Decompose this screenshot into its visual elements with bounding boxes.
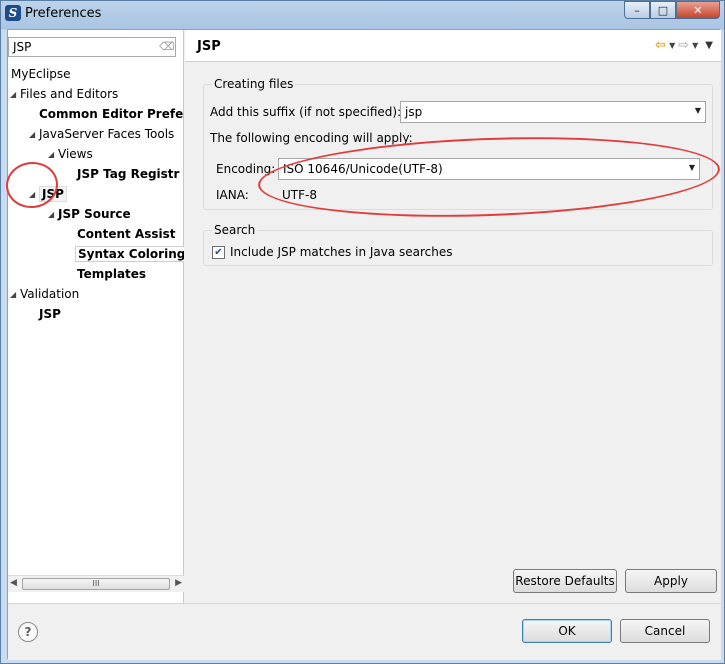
encoding-value: ISO 10646/Unicode(UTF-8) [283, 162, 443, 176]
tree-item-jsp[interactable]: ◢ JSP [29, 184, 67, 204]
window-title: Preferences [25, 6, 102, 21]
tree-item-label: JSP [39, 186, 67, 202]
tree-item-label: Common Editor Prefe [39, 107, 184, 121]
tree-item-content-assist[interactable]: Content Assist [67, 224, 176, 244]
ok-button[interactable]: OK [522, 619, 612, 643]
collapse-arrow-icon[interactable]: ◢ [10, 285, 20, 305]
close-button[interactable]: ✕ [676, 1, 720, 19]
tree-item-label: Files and Editors [20, 87, 119, 101]
preferences-window: S Preferences – □ ✕ JSP ⌫ MyEclipse ◢ Fil… [0, 0, 725, 664]
tree-item-label: JSP Tag Registr [77, 167, 180, 181]
page-header: JSP ⇦ ▼ ⇨ ▼ ▼ [185, 30, 721, 62]
chevron-down-icon[interactable]: ▼ [689, 163, 695, 172]
tree-item-validation-jsp[interactable]: JSP [29, 304, 61, 324]
minimize-button[interactable]: – [624, 1, 650, 19]
tree-item-jsp-tag-registry[interactable]: JSP Tag Registr [67, 164, 179, 184]
forward-arrow-icon[interactable]: ⇨ [678, 38, 689, 54]
cancel-button[interactable]: Cancel [620, 619, 710, 643]
collapse-arrow-icon[interactable]: ◢ [29, 185, 39, 205]
suffix-combo[interactable]: jsp ▼ [400, 101, 706, 123]
tree-item-label: JSP [39, 307, 61, 321]
tree-item-label: Content Assist [77, 227, 176, 241]
preferences-tree: MyEclipse ◢ Files and Editors Common Edit… [8, 64, 184, 574]
scrollbar-thumb[interactable]: III [22, 578, 170, 590]
tree-item-label: Views [58, 147, 93, 161]
eclipse-app-icon: S [5, 5, 21, 21]
iana-value: UTF-8 [282, 188, 317, 202]
scroll-left-icon[interactable]: ◀ [10, 578, 17, 588]
chevron-down-icon[interactable]: ▼ [695, 106, 701, 115]
maximize-button[interactable]: □ [650, 1, 676, 19]
apply-button[interactable]: Apply [625, 569, 717, 593]
tree-item-myeclipse[interactable]: MyEclipse [8, 64, 71, 84]
suffix-label: Add this suffix (if not specified): [210, 105, 402, 119]
tree-item-label: Templates [77, 267, 147, 281]
creating-files-group: Creating files Add this suffix (if not s… [203, 77, 713, 210]
tree-item-label: Validation [20, 287, 80, 301]
iana-label: IANA: [216, 188, 249, 202]
collapse-arrow-icon[interactable]: ◢ [48, 145, 58, 165]
page-title: JSP [197, 39, 221, 54]
clear-filter-icon[interactable]: ⌫ [159, 41, 175, 53]
scroll-right-icon[interactable]: ▶ [175, 578, 182, 588]
tree-item-label: JavaServer Faces Tools [39, 127, 175, 141]
tree-item-label: JSP Source [58, 207, 131, 221]
tree-item-common-editor-preferences[interactable]: Common Editor Prefe [29, 104, 183, 124]
creating-files-label: Creating files [212, 77, 296, 91]
page-nav: ⇦ ▼ ⇨ ▼ ▼ [655, 38, 713, 54]
tree-item-templates[interactable]: Templates [67, 264, 146, 284]
suffix-value: jsp [405, 105, 423, 119]
encoding-label: Encoding: [216, 162, 276, 176]
encoding-note: The following encoding will apply: [210, 131, 413, 145]
tree-item-files-and-editors[interactable]: ◢ Files and Editors [10, 84, 118, 104]
collapse-arrow-icon[interactable]: ◢ [48, 205, 58, 225]
view-menu-icon[interactable]: ▼ [705, 38, 713, 54]
tree-item-validation[interactable]: ◢ Validation [10, 284, 79, 304]
dialog-button-bar: ? OK Cancel [8, 603, 721, 660]
tree-item-syntax-coloring[interactable]: Syntax Coloring [65, 244, 184, 264]
tree-item-views[interactable]: ◢ Views [48, 144, 93, 164]
preference-page: JSP ⇦ ▼ ⇨ ▼ ▼ Creating files Add this su… [185, 30, 721, 603]
tree-horizontal-scrollbar[interactable]: ◀ III ▶ [8, 575, 184, 592]
back-dropdown-icon[interactable]: ▼ [669, 38, 675, 54]
search-label: Search [212, 223, 258, 237]
tree-item-label: Syntax Coloring [75, 246, 184, 262]
collapse-arrow-icon[interactable]: ◢ [10, 85, 20, 105]
back-arrow-icon[interactable]: ⇦ [655, 38, 666, 54]
window-controls: – □ ✕ [624, 1, 720, 19]
collapse-arrow-icon[interactable]: ◢ [29, 125, 39, 145]
forward-dropdown-icon[interactable]: ▼ [692, 38, 698, 54]
encoding-combo[interactable]: ISO 10646/Unicode(UTF-8) ▼ [278, 158, 700, 180]
filter-text: JSP [13, 40, 32, 54]
restore-defaults-button[interactable]: Restore Defaults [513, 569, 617, 593]
filter-input[interactable]: JSP ⌫ [8, 37, 176, 57]
include-jsp-label: Include JSP matches in Java searches [230, 245, 453, 259]
tree-item-jsp-source[interactable]: ◢ JSP Source [48, 204, 131, 224]
dialog-client-area: JSP ⌫ MyEclipse ◢ Files and Editors Commo… [3, 29, 722, 660]
preferences-nav-pane: JSP ⌫ MyEclipse ◢ Files and Editors Commo… [8, 30, 184, 603]
search-group: Search ✔ Include JSP matches in Java sea… [203, 223, 713, 266]
include-jsp-checkbox[interactable]: ✔ [212, 246, 225, 259]
tree-item-javaserver-faces-tools[interactable]: ◢ JavaServer Faces Tools [29, 124, 174, 144]
title-bar[interactable]: S Preferences – □ ✕ [1, 1, 724, 27]
help-icon[interactable]: ? [18, 622, 38, 642]
tree-item-label: MyEclipse [11, 67, 71, 81]
